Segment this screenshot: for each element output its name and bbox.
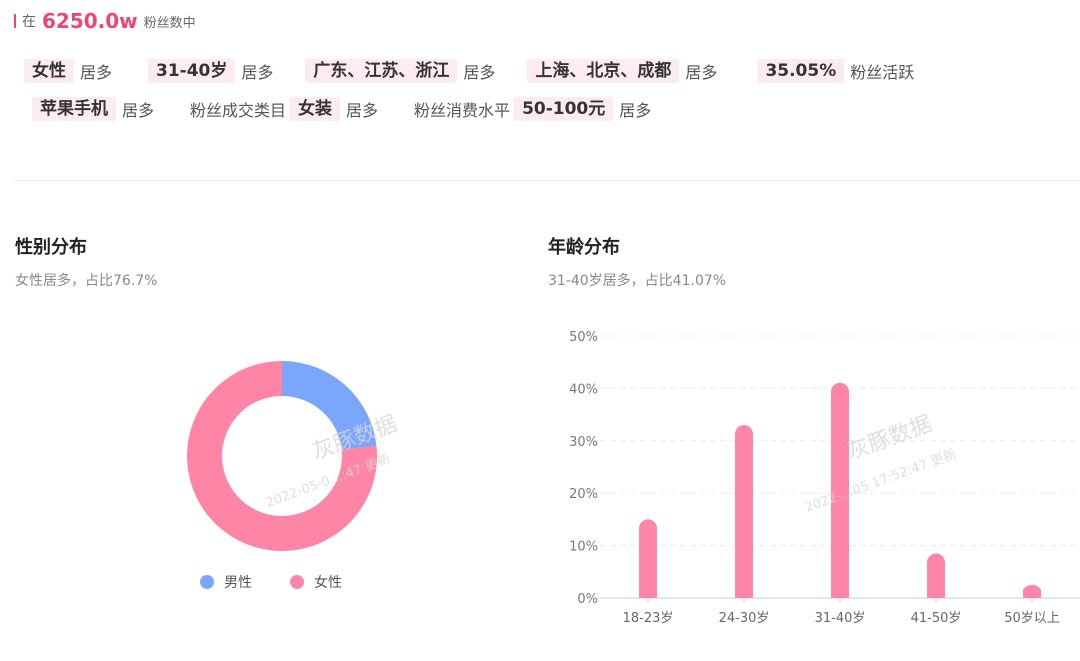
legend-female-dot (290, 575, 304, 589)
gender-donut-chart (187, 361, 377, 551)
tag-category-text: 居多 (346, 101, 379, 120)
age-title: 年龄分布 (548, 237, 620, 258)
tag-province-text: 居多 (463, 63, 496, 82)
gender-subtitle: 女性居多，占比76.7% (15, 273, 158, 289)
gender-legend: 男性 女性 (200, 572, 370, 592)
section-divider (14, 180, 1080, 181)
x-tick-label: 41-50岁 (911, 611, 962, 626)
age-bar[interactable] (735, 425, 753, 598)
x-tick-label: 18-23岁 (623, 611, 674, 626)
age-bar-base (639, 589, 657, 598)
tag-category-label: 粉丝成交类目 (190, 101, 287, 120)
age-bar-base (831, 589, 849, 598)
age-bar[interactable] (639, 519, 657, 598)
fans-prefix: 在 (22, 14, 36, 30)
x-tick-label: 50岁以上 (1004, 611, 1060, 626)
gender-title: 性别分布 (15, 237, 87, 258)
fans-summary: 在 6250.0w 粉丝数中 (14, 8, 196, 34)
y-tick-label: 20% (569, 487, 598, 502)
y-tick-label: 10% (569, 540, 598, 555)
fans-count: 6250.0w (42, 9, 138, 33)
tag-phone-text: 居多 (122, 101, 155, 120)
tag-city-text: 居多 (685, 63, 718, 82)
tag-active-text: 粉丝活跃 (850, 63, 915, 82)
legend-female-label: 女性 (314, 575, 342, 591)
tags-row-1: 女性 居多 31-40岁 居多 广东、江苏、浙江 居多 上海、北京、成都 居多 … (24, 59, 914, 83)
age-subtitle: 31-40岁居多，占比41.07% (548, 273, 727, 289)
age-bar-chart: 0% 10% 20% 30% 40% 50% 18-23岁 24-30岁 31-40岁 41-50… (569, 330, 1080, 626)
tag-spend-label: 粉丝消费水平 (414, 101, 511, 120)
tag-city-chip: 上海、北京、成都 (527, 59, 680, 83)
tag-age-chip: 31-40岁 (148, 59, 236, 83)
tag-spend-text: 居多 (619, 101, 652, 120)
legend-male-label: 男性 (224, 575, 252, 591)
tag-category-chip: 女装 (290, 97, 341, 121)
y-tick-label: 40% (569, 382, 598, 397)
tag-age-text: 居多 (241, 63, 274, 82)
age-bar-base (735, 589, 753, 598)
y-tick-label: 30% (569, 435, 598, 450)
y-tick-label: 0% (577, 592, 598, 607)
legend-male-dot (200, 575, 214, 589)
age-bar-base (927, 589, 945, 598)
fans-suffix: 粉丝数中 (143, 15, 196, 31)
tag-province-chip: 广东、江苏、浙江 (305, 59, 458, 83)
tags-row-2: 苹果手机 居多 粉丝成交类目 女装 居多 粉丝消费水平 50-100元 居多 (32, 97, 651, 121)
tag-active-chip: 35.05% (757, 59, 845, 83)
x-tick-label: 24-30岁 (719, 611, 770, 626)
age-bar-base (1023, 589, 1041, 598)
legend-female[interactable]: 女性 (290, 572, 342, 592)
tag-spend-chip: 50-100元 (514, 97, 614, 121)
legend-male[interactable]: 男性 (200, 572, 252, 592)
x-tick-label: 31-40岁 (815, 611, 866, 626)
tag-phone-chip: 苹果手机 (32, 97, 116, 121)
tag-gender-text: 居多 (80, 63, 113, 82)
tag-gender-chip: 女性 (24, 59, 74, 83)
y-tick-label: 50% (569, 330, 598, 345)
accent-bar (14, 14, 16, 28)
